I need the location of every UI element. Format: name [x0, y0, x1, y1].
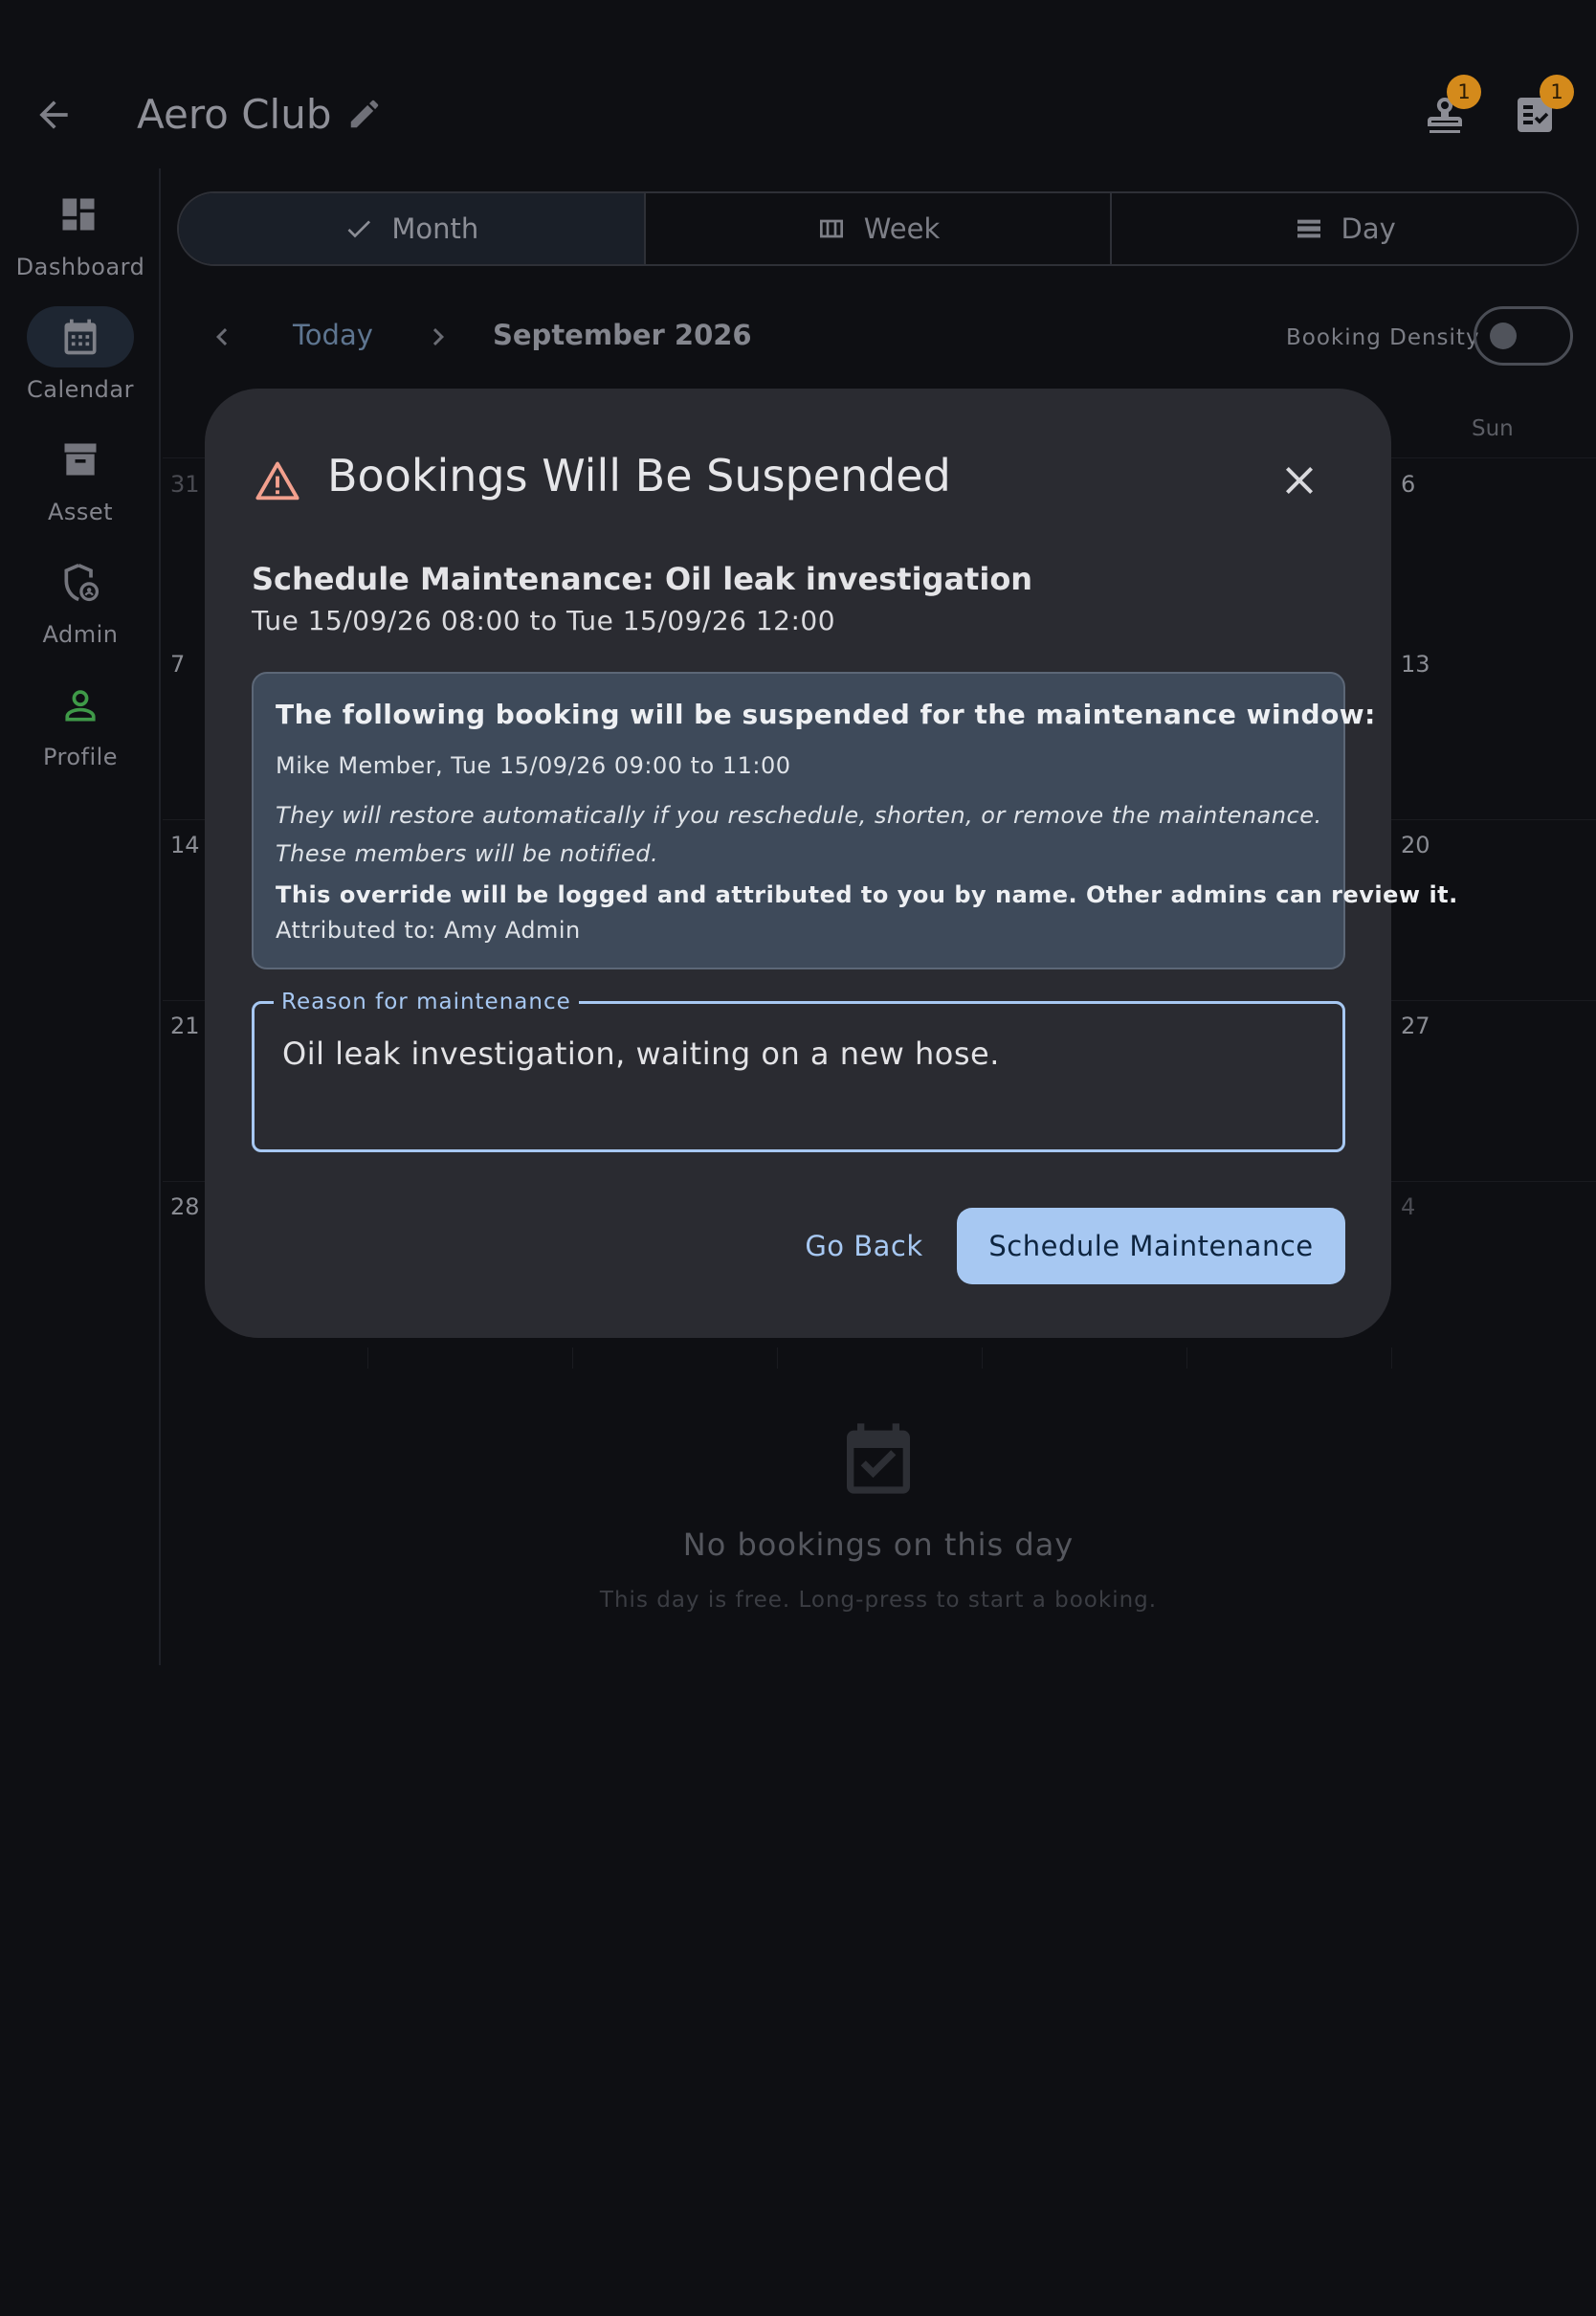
- sidebar-label-admin: Admin: [42, 621, 119, 648]
- override-note: This override will be logged and attribu…: [276, 881, 1458, 908]
- tab-month-label: Month: [391, 212, 479, 245]
- next-month-chevron-icon[interactable]: [421, 320, 455, 354]
- calendar-day[interactable]: 28: [170, 1193, 200, 1220]
- sidebar-label-asset: Asset: [47, 499, 114, 525]
- reason-textarea[interactable]: [252, 1001, 1345, 1152]
- suspended-booking: Mike Member, Tue 15/09/26 09:00 to 11:00: [276, 752, 791, 779]
- dialog-subtitle: Schedule Maintenance: Oil leak investiga…: [252, 561, 1033, 597]
- stamp-badge: 1: [1447, 75, 1481, 109]
- edit-pencil-icon[interactable]: [346, 96, 383, 132]
- attributed-to: Attributed to: Amy Admin: [276, 917, 581, 944]
- restore-note-line-2: These members will be notified.: [276, 840, 659, 867]
- empty-state-subtitle: This day is free. Long-press to start a …: [599, 1588, 1158, 1613]
- tab-day[interactable]: Day: [1112, 193, 1577, 264]
- calendar-day[interactable]: 13: [1401, 651, 1430, 678]
- reason-field-value[interactable]: Oil leak investigation, waiting on a new…: [282, 1036, 1000, 1072]
- grid-line: [1186, 1347, 1187, 1369]
- calendar-day[interactable]: 21: [170, 1013, 200, 1039]
- reason-field-label: Reason for maintenance: [274, 990, 579, 1014]
- event-available-icon: [836, 1416, 920, 1501]
- back-arrow-icon[interactable]: [33, 94, 75, 136]
- tab-day-label: Day: [1341, 212, 1396, 245]
- grid-line: [367, 1347, 368, 1369]
- page-title: Aero Club: [137, 91, 332, 138]
- alert-heading: The following booking will be suspended …: [276, 699, 1376, 730]
- person-icon: [65, 690, 96, 722]
- dialog-time-range: Tue 15/09/26 08:00 to Tue 15/09/26 12:00: [252, 605, 836, 636]
- tasks-badge: 1: [1540, 75, 1574, 109]
- view-day-icon: [1297, 219, 1320, 238]
- booking-density-label: Booking Density: [1286, 325, 1480, 350]
- dashboard-icon: [62, 198, 95, 231]
- dialog-title: Bookings Will Be Suspended: [327, 450, 951, 501]
- grid-line: [982, 1347, 983, 1369]
- grid-line: [572, 1347, 573, 1369]
- close-icon[interactable]: [1276, 457, 1322, 503]
- calendar-day[interactable]: 7: [170, 651, 185, 678]
- calendar-day[interactable]: 31: [170, 471, 200, 498]
- warning-triangle-icon: [253, 457, 302, 506]
- tab-month[interactable]: Month: [179, 193, 646, 264]
- view-switcher: Month Week Day: [177, 191, 1579, 266]
- sidebar-label-dashboard: Dashboard: [15, 254, 145, 280]
- check-icon: [347, 220, 371, 238]
- sidebar-item-profile[interactable]: [59, 684, 101, 726]
- sidebar-item-dashboard[interactable]: [57, 193, 100, 235]
- restore-note: They will restore automatically if you r…: [276, 796, 1328, 873]
- calendar-day[interactable]: 14: [170, 832, 200, 858]
- sidebar-item-admin[interactable]: [59, 562, 101, 604]
- restore-note-line-1: They will restore automatically if you r…: [276, 802, 1322, 829]
- grid-line: [1391, 1347, 1392, 1369]
- archive-box-icon: [64, 443, 97, 476]
- admin-shield-icon: [64, 563, 100, 602]
- toggle-knob: [1490, 323, 1517, 349]
- calendar-day[interactable]: 6: [1401, 471, 1415, 498]
- schedule-maintenance-button[interactable]: Schedule Maintenance: [957, 1208, 1345, 1284]
- calendar-day[interactable]: 27: [1401, 1013, 1430, 1039]
- month-title: September 2026: [493, 319, 752, 351]
- today-button[interactable]: Today: [293, 319, 373, 351]
- sidebar-label-calendar: Calendar: [27, 376, 134, 403]
- sidebar-label-profile: Profile: [42, 744, 119, 770]
- calendar-day[interactable]: 4: [1401, 1193, 1415, 1220]
- grid-line: [777, 1347, 778, 1369]
- calendar-day[interactable]: 20: [1401, 832, 1430, 858]
- previous-month-chevron-icon[interactable]: [205, 320, 239, 354]
- sidebar-item-asset[interactable]: [59, 438, 101, 480]
- rail-divider: [159, 168, 161, 1665]
- booking-density-toggle[interactable]: [1474, 306, 1573, 366]
- tab-week-label: Week: [863, 212, 941, 245]
- weekday-header-sun: Sun: [1472, 416, 1514, 441]
- empty-state-title: No bookings on this day: [682, 1526, 1075, 1563]
- tab-week[interactable]: Week: [646, 193, 1113, 264]
- calendar-icon: [59, 316, 101, 358]
- view-week-icon: [819, 219, 843, 238]
- go-back-button[interactable]: Go Back: [785, 1208, 943, 1284]
